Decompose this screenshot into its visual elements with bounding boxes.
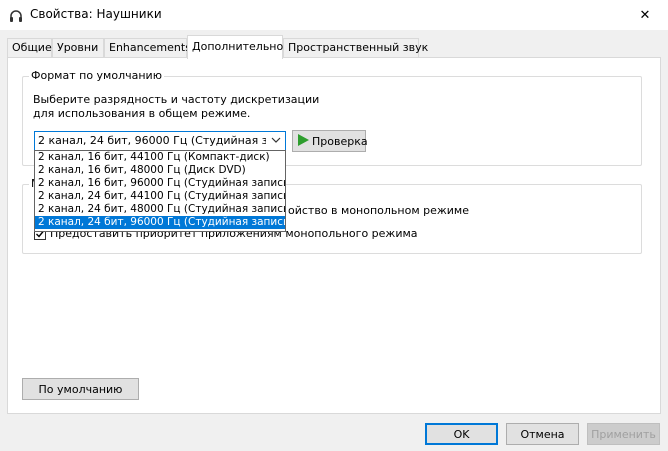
close-button[interactable]: ✕ bbox=[622, 0, 668, 30]
tab-advanced-label: Дополнительно bbox=[192, 40, 284, 53]
test-button-label: Проверка bbox=[312, 134, 368, 148]
dropdown-option[interactable]: 2 канал, 16 бит, 96000 Гц (Студийная зап… bbox=[35, 177, 285, 190]
sample-rate-dropdown-list: 2 канал, 16 бит, 44100 Гц (Компакт-диск)… bbox=[34, 150, 286, 232]
cancel-label: Отмена bbox=[520, 427, 565, 441]
restore-defaults-label: По умолчанию bbox=[38, 382, 123, 396]
headphones-icon bbox=[8, 8, 24, 24]
dropdown-option[interactable]: 2 канал, 24 бит, 44100 Гц (Студийная зап… bbox=[35, 190, 285, 203]
tab-general-label: Общие bbox=[12, 41, 52, 54]
tab-levels-label: Уровни bbox=[57, 41, 99, 54]
sample-rate-select-value: 2 канал, 24 бит, 96000 Гц (Студийная зап… bbox=[38, 134, 266, 147]
tab-enhancements-label: Enhancements bbox=[109, 41, 191, 54]
tab-spatial-sound[interactable]: Пространственный звук bbox=[283, 38, 428, 58]
allow-exclusive-option[interactable]: ойство в монопольном режиме bbox=[288, 204, 469, 217]
window-title: Свойства: Наушники bbox=[30, 7, 162, 21]
play-icon bbox=[297, 133, 309, 149]
tab-levels[interactable]: Уровни bbox=[52, 38, 104, 58]
sample-rate-select[interactable]: 2 канал, 24 бит, 96000 Гц (Студийная зап… bbox=[34, 131, 286, 151]
tab-advanced[interactable]: Дополнительно bbox=[187, 35, 283, 59]
chevron-down-icon bbox=[271, 135, 281, 145]
ok-label: OK bbox=[453, 427, 470, 441]
dropdown-option[interactable]: 2 канал, 16 бит, 44100 Гц (Компакт-диск) bbox=[35, 151, 285, 164]
cancel-button[interactable]: Отмена bbox=[506, 423, 579, 445]
dropdown-option[interactable]: 2 канал, 24 бит, 48000 Гц (Студийная зап… bbox=[35, 203, 285, 216]
tab-general[interactable]: Общие bbox=[7, 38, 52, 58]
apply-label: Применить bbox=[591, 427, 656, 441]
restore-defaults-button[interactable]: По умолчанию bbox=[22, 378, 139, 400]
apply-button[interactable]: Применить bbox=[587, 423, 660, 445]
dropdown-option[interactable]: 2 канал, 16 бит, 48000 Гц (Диск DVD) bbox=[35, 164, 285, 177]
allow-exclusive-label: ойство в монопольном режиме bbox=[288, 204, 470, 217]
ok-button[interactable]: OK bbox=[425, 423, 498, 445]
default-format-legend: Формат по умолчанию bbox=[29, 69, 164, 82]
tab-enhancements[interactable]: Enhancements bbox=[104, 38, 191, 58]
tab-spatial-sound-label: Пространственный звук bbox=[288, 41, 429, 54]
default-format-description: Выберите разрядность и частоту дискретиз… bbox=[33, 93, 320, 120]
title-bar: Свойства: Наушники ✕ bbox=[0, 0, 668, 30]
dropdown-option-highlighted[interactable]: 2 канал, 24 бит, 96000 Гц (Студийная зап… bbox=[35, 216, 285, 229]
close-icon: ✕ bbox=[639, 7, 651, 23]
test-button[interactable]: Проверка bbox=[292, 130, 368, 152]
